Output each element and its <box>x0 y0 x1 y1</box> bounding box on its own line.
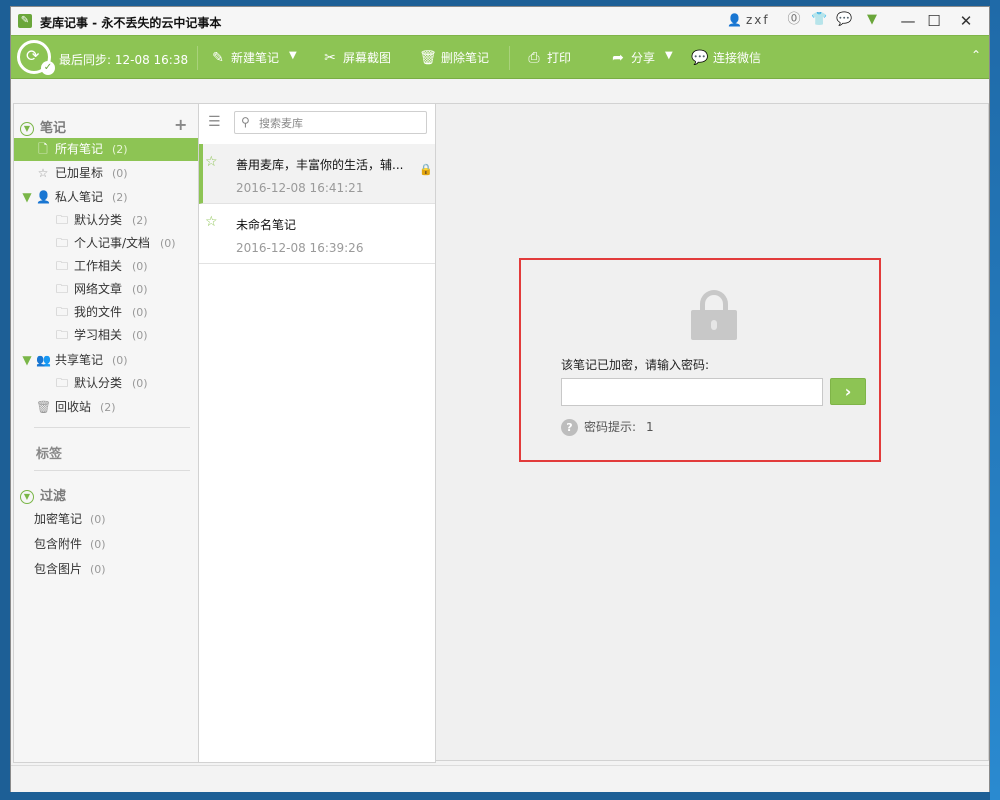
note-list-item[interactable]: ☆ 善用麦库，丰富你的生活，辅... 2016-12-08 16:41:21 🔒 <box>199 144 435 204</box>
note-date: 2016-12-08 16:41:21 <box>236 181 364 195</box>
scissors-icon: ✂ <box>324 50 336 66</box>
sidebar-item-web-articles[interactable]: 🗀 网络文章 (0) <box>14 278 198 301</box>
filter-with-attachments[interactable]: 包含附件 (0) <box>34 535 106 552</box>
edit-icon: ✎ <box>212 50 224 66</box>
skin-icon[interactable]: ⓪ <box>786 12 802 28</box>
sidebar-item-my-files[interactable]: 🗀 我的文件 (0) <box>14 301 198 324</box>
user-icon: 👤 <box>727 13 742 27</box>
sidebar-item-private-notes[interactable]: ▼ 👤 私人笔记 (2) <box>14 186 198 209</box>
password-hint: ? 密码提示: 1 <box>561 418 654 436</box>
note-title: 未命名笔记 <box>236 218 297 232</box>
add-notebook-icon[interactable]: + <box>174 115 187 134</box>
collapse-toolbar-icon[interactable]: ⌃ <box>971 48 981 62</box>
search-icon: ⚲ <box>241 115 250 129</box>
lock-icon <box>691 290 737 340</box>
sidebar-item-shared-default[interactable]: 🗀 默认分类 (0) <box>14 372 198 395</box>
sidebar-item-personal-docs[interactable]: 🗀 个人记事/文档 (0) <box>14 232 198 255</box>
sidebar-item-recycle-bin[interactable]: 🗑 回收站 (2) <box>14 396 198 419</box>
share-button[interactable]: ➦ 分享 <box>609 49 655 66</box>
trash-icon: 🗑 <box>36 400 52 414</box>
collapse-icon: ▼ <box>20 122 34 136</box>
tags-section-header[interactable]: 标签 <box>36 443 62 462</box>
folder-icon: 🗀 <box>55 282 68 296</box>
title-bar: ✎ 麦库记事 - 永不丢失的云中记事本 👤 zxf ⓪ 👕 💬 ▼ — ☐ ✕ <box>11 7 989 35</box>
desktop-background <box>990 0 1000 800</box>
folder-icon: 🗀 <box>55 305 68 319</box>
shirt-icon[interactable]: 👕 <box>811 12 827 28</box>
user-name: zxf <box>745 13 770 27</box>
notes-section-header[interactable]: ▼ 笔记 <box>20 117 66 136</box>
question-icon: ? <box>561 419 578 436</box>
main-toolbar: ⟳ ✓ 最后同步: 12-08 16:38 ✎ 新建笔记 ▼ ✂ 屏幕截图 🗑 删除笔… <box>11 35 989 79</box>
folder-icon: 🗀 <box>55 328 68 342</box>
collapse-icon: ▼ <box>22 353 32 367</box>
folder-icon: 🗀 <box>55 259 68 273</box>
collapse-icon: ▼ <box>20 490 34 504</box>
sidebar-item-shared-notes[interactable]: ▼ 👥 共享笔记 (0) <box>14 349 198 372</box>
password-input[interactable] <box>561 378 823 406</box>
sidebar: ▼ 笔记 + 🗋 所有笔记 (2) ☆ 已加星标 (0) ▼ 👤 私人笔记 (2)… <box>13 103 198 763</box>
share-dropdown[interactable]: ▼ <box>665 50 673 61</box>
connect-wechat-button[interactable]: 💬 连接微信 <box>691 49 761 66</box>
wechat-icon: 💬 <box>691 50 709 66</box>
sync-check-icon: ✓ <box>41 61 55 75</box>
star-icon[interactable]: ☆ <box>205 154 218 170</box>
delete-note-button[interactable]: 🗑 删除笔记 <box>419 49 489 66</box>
note-title: 善用麦库，丰富你的生活，辅... <box>236 158 404 172</box>
chevron-right-icon: › <box>844 382 852 401</box>
filter-with-images[interactable]: 包含图片 (0) <box>34 560 106 577</box>
encrypted-prompt: 该笔记已加密，请输入密码: <box>561 358 710 372</box>
print-button[interactable]: ⎙ 打印 <box>525 49 571 66</box>
folder-icon: 🗀 <box>55 213 68 227</box>
app-window: ✎ 麦库记事 - 永不丢失的云中记事本 👤 zxf ⓪ 👕 💬 ▼ — ☐ ✕ ⟳… <box>10 6 990 792</box>
window-title: 麦库记事 - 永不丢失的云中记事本 <box>40 16 222 30</box>
note-date: 2016-12-08 16:39:26 <box>236 241 364 255</box>
toolbar-divider <box>509 46 510 70</box>
new-note-dropdown[interactable]: ▼ <box>289 50 297 61</box>
note-list-pane: ☰ ⚲ ☆ 善用麦库，丰富你的生活，辅... 2016-12-08 16:41:… <box>198 103 436 763</box>
filter-encrypted-notes[interactable]: 加密笔记 (0) <box>34 510 106 527</box>
search-input[interactable] <box>257 115 421 132</box>
search-box: ⚲ <box>234 111 427 134</box>
filter-section-header[interactable]: ▼ 过滤 <box>20 485 66 504</box>
star-icon: ☆ <box>37 166 49 180</box>
close-button[interactable]: ✕ <box>953 10 979 32</box>
trash-icon: 🗑 <box>419 50 437 66</box>
document-icon: 🗋 <box>38 142 48 156</box>
last-sync-text: 最后同步: 12-08 16:38 <box>59 53 189 67</box>
note-editor-pane: 该笔记已加密，请输入密码: › ? 密码提示: 1 <box>435 103 989 761</box>
menu-down-icon[interactable]: ▼ <box>864 12 880 28</box>
printer-icon: ⎙ <box>528 50 540 66</box>
message-icon[interactable]: 💬 <box>836 12 852 28</box>
folder-icon: 🗀 <box>55 376 68 390</box>
submit-password-button[interactable]: › <box>830 378 866 405</box>
lock-icon: 🔒 <box>419 163 433 176</box>
sidebar-divider <box>34 470 190 471</box>
list-view-icon[interactable]: ☰ <box>208 114 221 130</box>
password-dialog: 该笔记已加密，请输入密码: › ? 密码提示: 1 <box>519 258 881 462</box>
user-account[interactable]: 👤 zxf <box>727 13 770 27</box>
sync-icon: ⟳ <box>26 46 40 65</box>
folder-icon: 🗀 <box>55 236 68 250</box>
note-list-item[interactable]: ☆ 未命名笔记 2016-12-08 16:39:26 <box>199 204 435 264</box>
main-panes: ▼ 笔记 + 🗋 所有笔记 (2) ☆ 已加星标 (0) ▼ 👤 私人笔记 (2)… <box>11 103 989 763</box>
sidebar-item-work[interactable]: 🗀 工作相关 (0) <box>14 255 198 278</box>
sidebar-divider <box>34 427 190 428</box>
minimize-button[interactable]: — <box>895 10 921 32</box>
sidebar-item-study[interactable]: 🗀 学习相关 (0) <box>14 324 198 347</box>
share-arrow-icon: ➦ <box>612 50 624 66</box>
star-icon[interactable]: ☆ <box>205 214 218 230</box>
collapse-icon: ▼ <box>22 190 32 204</box>
toolbar-divider <box>197 46 198 70</box>
people-icon: 👥 <box>36 353 51 367</box>
app-logo-icon: ✎ <box>18 14 32 28</box>
new-note-button[interactable]: ✎ 新建笔记 <box>209 49 279 66</box>
sidebar-item-starred[interactable]: ☆ 已加星标 (0) <box>14 162 198 185</box>
maximize-button[interactable]: ☐ <box>921 10 947 32</box>
sidebar-item-all-notes[interactable]: 🗋 所有笔记 (2) <box>14 138 198 161</box>
screenshot-button[interactable]: ✂ 屏幕截图 <box>321 49 391 66</box>
person-icon: 👤 <box>36 190 51 204</box>
status-bar <box>11 765 989 792</box>
sidebar-item-default-category[interactable]: 🗀 默认分类 (2) <box>14 209 198 232</box>
